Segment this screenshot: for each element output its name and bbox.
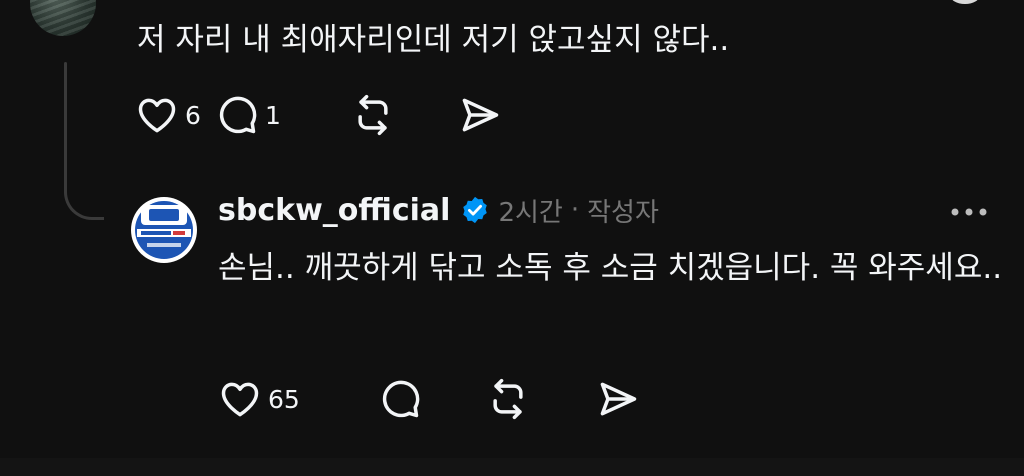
speech-bubble-icon [382,380,420,418]
thread-connector [64,160,104,220]
like-button[interactable]: 6 [135,93,215,137]
reply-text: 손님.. 깨끗하게 닦고 소독 후 소금 치겠읍니다. 꼭 와주세요.. [218,250,1003,286]
send-icon [600,382,637,416]
verified-badge-icon [463,196,488,224]
reply-button[interactable]: 1 [215,93,351,137]
more-options-icon[interactable] [947,201,991,223]
logo-mark [141,205,187,225]
speech-bubble-icon [219,96,257,134]
reply-reply-button[interactable] [378,377,486,421]
heart-icon [138,98,176,133]
separator: · [570,195,580,225]
logo-band [137,229,191,237]
reply-like-button[interactable]: 65 [218,377,378,421]
repost-icon [358,94,388,136]
author-tag: 작성자 [587,197,659,228]
repost-button[interactable] [351,93,458,137]
reply-count: 1 [265,100,281,130]
comment-actions: 6 1 [135,93,502,137]
reply-repost-button[interactable] [486,377,596,421]
share-button[interactable] [458,93,502,137]
reply-like-count: 65 [268,384,300,414]
reply-username[interactable]: sbckw_official [218,193,450,228]
reply-avatar[interactable] [131,197,197,263]
repost-icon [493,378,523,420]
reply-timestamp: 2시간 [498,197,563,228]
like-count: 6 [185,100,201,130]
logo-subtext [147,243,181,247]
heart-icon [221,382,259,417]
comment-text: 저 자리 내 최애자리인데 저기 앉고싶지 않다.. [137,22,730,58]
send-icon [462,98,499,132]
reply-share-button[interactable] [596,377,640,421]
next-item-edge [0,458,1024,476]
commenter-avatar[interactable] [30,0,96,36]
top-more-options-icon[interactable] [950,0,980,4]
reply-header: sbckw_official 2시간 · 작성자 [218,188,659,232]
reply-actions: 65 [218,377,640,421]
